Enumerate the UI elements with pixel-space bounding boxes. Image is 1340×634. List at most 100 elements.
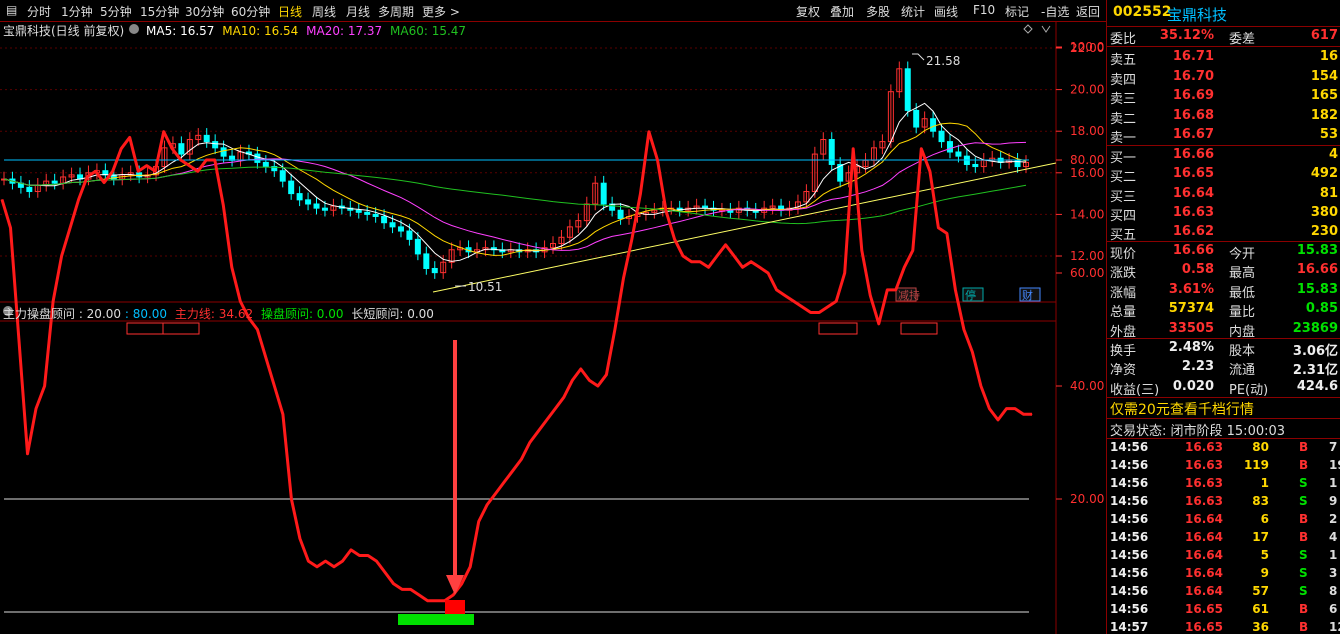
- candle-body: [279, 170, 286, 182]
- sell-level-label: 卖二: [1110, 111, 1137, 127]
- tick-row: 14:56 16.64 17 B 4: [1107, 529, 1340, 547]
- zhuli-point: [18, 340, 20, 342]
- tick-count: 4: [1329, 530, 1338, 544]
- toolbar-action-4[interactable]: 画线: [934, 3, 958, 20]
- period-tab-10[interactable]: 更多 >: [422, 3, 460, 20]
- period-tab-0[interactable]: 分时: [27, 3, 51, 20]
- indicator-axis-label: 60.00: [1070, 266, 1104, 280]
- sell-level-row[interactable]: 卖一 16.67 53: [1107, 126, 1340, 147]
- quote-stat-row-label2: 今开: [1229, 247, 1256, 262]
- buy-level-row[interactable]: 买一 16.66 4: [1107, 146, 1340, 166]
- price-axis-label: 20.00: [1070, 83, 1104, 97]
- tick-time: 14:56: [1110, 458, 1149, 472]
- weicha-value: 617: [1310, 28, 1338, 43]
- buy-level-row[interactable]: 买二 16.65 492: [1107, 165, 1340, 185]
- sell-level-label: 卖一: [1110, 131, 1137, 147]
- quote-info-row-label2: PE(动): [1229, 382, 1269, 398]
- zhuli-point: [367, 555, 369, 556]
- tick-time: 14:56: [1110, 566, 1149, 580]
- period-tab-2[interactable]: 5分钟: [100, 3, 132, 20]
- promo-link[interactable]: 仅需20元查看千档行情: [1110, 399, 1254, 419]
- menu-icon[interactable]: ▤: [6, 3, 17, 17]
- sell-level-volume: 154: [1310, 68, 1338, 84]
- zhuli-point: [333, 566, 335, 568]
- toolbar-action-1[interactable]: 叠加: [830, 3, 854, 20]
- sell-level-row[interactable]: 卖五 16.71 16: [1107, 48, 1340, 68]
- toolbar-action-3[interactable]: 统计: [901, 3, 925, 20]
- toolbar-action-7[interactable]: -自选: [1041, 3, 1069, 20]
- period-tab-7[interactable]: 周线: [312, 3, 336, 20]
- toolbar-action-0[interactable]: 复权: [796, 3, 820, 20]
- zhuli-point: [10, 227, 11, 229]
- tick-side: S: [1299, 584, 1308, 598]
- event-tag-tag3: 财: [1022, 288, 1033, 302]
- zhuli-point: [163, 131, 165, 133]
- tick-time: 14:57: [1110, 620, 1149, 634]
- buy-level-row[interactable]: 买五 16.62 230: [1107, 223, 1340, 243]
- tick-time: 14:56: [1110, 494, 1149, 508]
- sell-level-row[interactable]: 卖四 16.70 154: [1107, 68, 1340, 88]
- zhuli-point: [963, 329, 965, 330]
- sell-level-row[interactable]: 卖三 16.69 165: [1107, 87, 1340, 107]
- tick-time: 14:56: [1110, 548, 1149, 562]
- quote-stat-row-label: 现价: [1110, 247, 1137, 262]
- period-tab-9[interactable]: 多周期: [378, 3, 414, 20]
- high-price-pointer: [912, 53, 925, 61]
- zhuli-point: [350, 549, 352, 551]
- tick-row: 14:56 16.63 1 S 1: [1107, 475, 1340, 493]
- zhuli-point: [197, 170, 199, 172]
- period-tab-5[interactable]: 60分钟: [231, 3, 270, 20]
- zhuli-point: [708, 266, 709, 268]
- zhuli-point: [529, 442, 531, 443]
- tick-volume: 57: [1252, 584, 1269, 598]
- indicator-title: 主力操盘顾问 : 20.00: [3, 307, 122, 321]
- zhuli-point: [648, 131, 650, 133]
- period-tab-8[interactable]: 月线: [346, 3, 370, 20]
- chart-area[interactable]: 22.00 20.00 18.00 16.00 14.00 12.00 21.58 10.51…: [0, 21, 1106, 634]
- zhuli-point: [239, 300, 241, 302]
- period-tab-3[interactable]: 15分钟: [140, 3, 179, 20]
- zhuli-point: [52, 300, 54, 302]
- zhuli-point: [716, 255, 718, 257]
- ma20-label: MA20: 17.37: [306, 24, 383, 38]
- zhuli-point: [214, 159, 216, 161]
- tick-price: 16.64: [1185, 548, 1223, 562]
- period-tab-6[interactable]: 日线: [278, 3, 302, 20]
- toolbar-action-8[interactable]: 返回: [1076, 3, 1100, 20]
- zhuli-point: [61, 255, 63, 257]
- stock-code: 002552: [1113, 4, 1172, 20]
- period-tab-1[interactable]: 1分钟: [61, 3, 93, 20]
- buy-level-price: 16.64: [1172, 185, 1214, 201]
- zhuli-point: [129, 136, 131, 138]
- zhuli-point: [112, 170, 114, 172]
- quote-stat-row-value2: 0.85: [1305, 301, 1338, 317]
- divider: [1107, 397, 1340, 398]
- zhuli-point: [44, 385, 46, 387]
- quote-info-row-label2: 流通: [1229, 363, 1256, 379]
- quote-stat-row: 总量 57374 量比 0.85: [1107, 300, 1340, 320]
- tick-row: 14:56 16.63 119 B 19: [1107, 457, 1340, 475]
- toolbar-action-6[interactable]: 标记: [1005, 3, 1029, 20]
- zhuli-point: [852, 148, 854, 150]
- zhuli-point: [827, 306, 829, 308]
- buy-level-row[interactable]: 买四 16.63 380: [1107, 204, 1340, 224]
- candle-body: [296, 193, 303, 201]
- quote-info-row-label: 收益(三): [1110, 382, 1160, 398]
- zhuli-point: [265, 357, 267, 359]
- zhuli-point: [997, 419, 999, 421]
- zhuli-point: [818, 312, 820, 313]
- buy-level-volume: 380: [1310, 204, 1338, 220]
- sell-level-row[interactable]: 卖二 16.68 182: [1107, 107, 1340, 127]
- buy-level-row[interactable]: 买三 16.64 81: [1107, 185, 1340, 205]
- toolbar-action-5[interactable]: F10: [973, 3, 995, 17]
- zhuli-point: [844, 272, 846, 274]
- candle-body: [364, 211, 371, 215]
- indicator-legend: 主力操盘顾问 : 20.00 : 80.00 主力线: 34.62 操盘顾问: …: [3, 305, 434, 322]
- zhuli-point: [597, 385, 599, 387]
- buy-level-price: 16.62: [1172, 224, 1214, 240]
- period-tab-4[interactable]: 30分钟: [185, 3, 224, 20]
- chart-canvas[interactable]: 22.0020.0018.0016.0014.0012.0021.5810.51…: [0, 21, 1106, 634]
- buy-level-label: 买一: [1110, 151, 1137, 166]
- sell-level-price: 16.70: [1172, 68, 1214, 84]
- toolbar-action-2[interactable]: 多股: [866, 3, 890, 20]
